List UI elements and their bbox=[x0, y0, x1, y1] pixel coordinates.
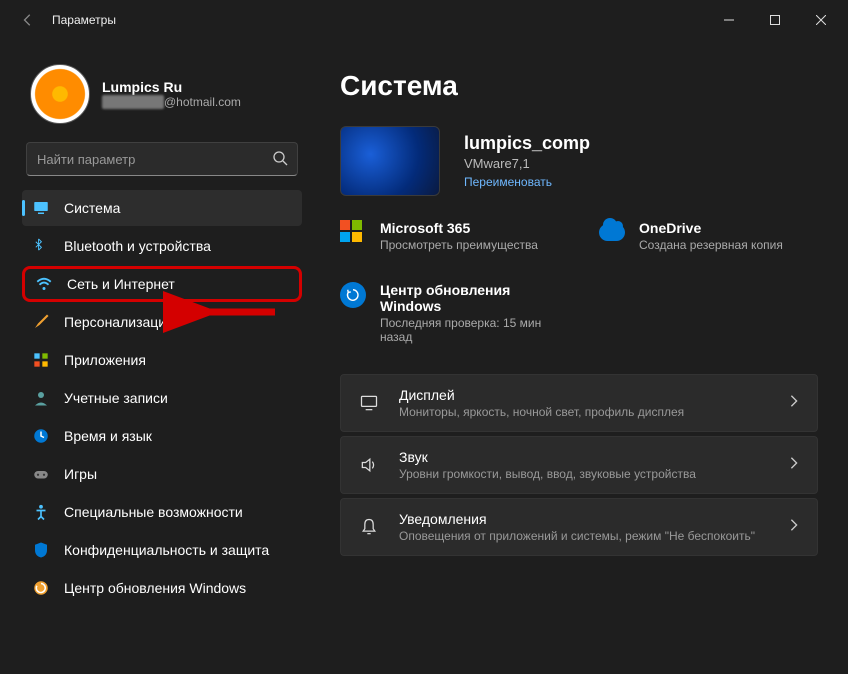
sound-icon bbox=[357, 455, 381, 475]
sidebar-item-label: Конфиденциальность и защита bbox=[64, 542, 269, 558]
sidebar-item-monitor[interactable]: Система bbox=[22, 190, 302, 226]
sidebar-item-label: Время и язык bbox=[64, 428, 152, 444]
minimize-button[interactable] bbox=[706, 4, 752, 36]
game-icon bbox=[32, 465, 50, 483]
settings-item-sub: Уровни громкости, вывод, ввод, звуковые … bbox=[399, 467, 769, 481]
titlebar: Параметры bbox=[0, 0, 848, 40]
maximize-button[interactable] bbox=[752, 4, 798, 36]
close-button[interactable] bbox=[798, 4, 844, 36]
avatar bbox=[30, 64, 90, 124]
update-icon bbox=[32, 579, 50, 597]
bell-icon bbox=[357, 517, 381, 537]
settings-item-bell[interactable]: Уведомления Оповещения от приложений и си… bbox=[340, 498, 818, 556]
settings-item-display[interactable]: Дисплей Мониторы, яркость, ночной свет, п… bbox=[340, 374, 818, 432]
ms-icon bbox=[340, 220, 366, 246]
main-content: Система lumpics_comp VMware7,1 Переимено… bbox=[310, 40, 848, 674]
settings-item-title: Дисплей bbox=[399, 387, 769, 403]
display-icon bbox=[357, 393, 381, 413]
settings-item-sub: Оповещения от приложений и системы, режи… bbox=[399, 529, 769, 543]
update-title: Центр обновления Windows bbox=[380, 282, 550, 314]
settings-item-sound[interactable]: Звук Уровни громкости, вывод, ввод, звуко… bbox=[340, 436, 818, 494]
sidebar-item-shield[interactable]: Конфиденциальность и защита bbox=[22, 532, 302, 568]
page-title: Система bbox=[340, 70, 818, 102]
sidebar-item-update[interactable]: Центр обновления Windows bbox=[22, 570, 302, 606]
search-icon bbox=[272, 150, 288, 171]
sidebar-item-access[interactable]: Специальные возможности bbox=[22, 494, 302, 530]
back-button[interactable] bbox=[16, 8, 40, 32]
promo-title: Microsoft 365 bbox=[380, 220, 538, 236]
sidebar-item-label: Учетные записи bbox=[64, 390, 168, 406]
sidebar-item-bluetooth[interactable]: Bluetooth и устройства bbox=[22, 228, 302, 264]
promo-title: OneDrive bbox=[639, 220, 783, 236]
update-icon bbox=[340, 282, 366, 308]
clock-icon bbox=[32, 427, 50, 445]
promo-sub: Просмотреть преимущества bbox=[380, 238, 538, 252]
settings-item-sub: Мониторы, яркость, ночной свет, профиль … bbox=[399, 405, 769, 419]
user-icon bbox=[32, 389, 50, 407]
device-name: lumpics_comp bbox=[464, 133, 590, 154]
shield-icon bbox=[32, 541, 50, 559]
sidebar-item-label: Bluetooth и устройства bbox=[64, 238, 211, 254]
sidebar-item-label: Приложения bbox=[64, 352, 146, 368]
device-model: VMware7,1 bbox=[464, 156, 590, 171]
nav-list: Система Bluetooth и устройства Сеть и Инте… bbox=[22, 190, 302, 606]
monitor-icon bbox=[32, 199, 50, 217]
bluetooth-icon bbox=[32, 237, 50, 255]
promo-row: Microsoft 365 Просмотреть преимущества One… bbox=[340, 220, 818, 252]
sidebar-item-label: Игры bbox=[64, 466, 97, 482]
user-name: Lumpics Ru bbox=[102, 79, 241, 95]
sidebar: Lumpics Ru xxxxx@hotmail.com Система Blue… bbox=[0, 40, 310, 674]
settings-item-title: Звук bbox=[399, 449, 769, 465]
promo-onedrive[interactable]: OneDrive Создана резервная копия bbox=[599, 220, 818, 252]
chevron-right-icon bbox=[787, 394, 801, 413]
sidebar-item-wifi[interactable]: Сеть и Интернет bbox=[22, 266, 302, 302]
chevron-right-icon bbox=[787, 518, 801, 537]
search-input[interactable] bbox=[26, 142, 298, 176]
user-block[interactable]: Lumpics Ru xxxxx@hotmail.com bbox=[22, 40, 302, 142]
device-block: lumpics_comp VMware7,1 Переименовать bbox=[340, 126, 818, 196]
system-settings-list: Дисплей Мониторы, яркость, ночной свет, п… bbox=[340, 374, 818, 556]
sidebar-item-game[interactable]: Игры bbox=[22, 456, 302, 492]
sidebar-item-user[interactable]: Учетные записи bbox=[22, 380, 302, 416]
sidebar-item-label: Персонализация bbox=[64, 314, 174, 330]
update-card[interactable]: Центр обновления Windows Последняя прове… bbox=[340, 282, 818, 344]
sidebar-item-apps[interactable]: Приложения bbox=[22, 342, 302, 378]
brush-icon bbox=[32, 313, 50, 331]
sidebar-item-clock[interactable]: Время и язык bbox=[22, 418, 302, 454]
window-title: Параметры bbox=[52, 13, 706, 27]
update-sub: Последняя проверка: 15 мин назад bbox=[380, 316, 560, 344]
wifi-icon bbox=[35, 275, 53, 293]
user-email: xxxxx@hotmail.com bbox=[102, 95, 241, 109]
onedrive-icon bbox=[599, 220, 625, 246]
sidebar-item-brush[interactable]: Персонализация bbox=[22, 304, 302, 340]
promo-sub: Создана резервная копия bbox=[639, 238, 783, 252]
access-icon bbox=[32, 503, 50, 521]
apps-icon bbox=[32, 351, 50, 369]
chevron-right-icon bbox=[787, 456, 801, 475]
promo-ms[interactable]: Microsoft 365 Просмотреть преимущества bbox=[340, 220, 559, 252]
sidebar-item-label: Специальные возможности bbox=[64, 504, 243, 520]
rename-link[interactable]: Переименовать bbox=[464, 175, 590, 189]
sidebar-item-label: Система bbox=[64, 200, 120, 216]
sidebar-item-label: Сеть и Интернет bbox=[67, 276, 175, 292]
device-image bbox=[340, 126, 440, 196]
sidebar-item-label: Центр обновления Windows bbox=[64, 580, 246, 596]
search-box[interactable] bbox=[26, 142, 298, 176]
settings-item-title: Уведомления bbox=[399, 511, 769, 527]
